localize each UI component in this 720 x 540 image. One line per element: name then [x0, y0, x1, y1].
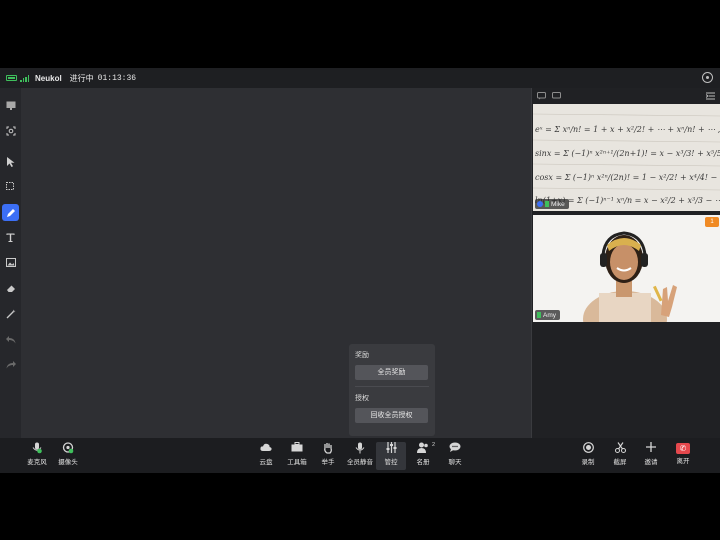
- chat-icon: [440, 442, 470, 456]
- svg-text:cosx = Σ (−1)ⁿ x²ⁿ/(2n)! = 1 −: cosx = Σ (−1)ⁿ x²ⁿ/(2n)! = 1 − x²/2! + x…: [535, 173, 720, 182]
- math-notes-video: eˣ = Σ xⁿ/n! = 1 + x + x²/2! + ⋯ + xⁿ/n!…: [533, 104, 720, 211]
- magic-wand-icon[interactable]: [2, 305, 19, 322]
- plus-icon: [636, 442, 666, 456]
- screenshot-button[interactable]: 截屏: [605, 442, 635, 470]
- text-icon[interactable]: [2, 229, 19, 246]
- cloud-icon: [251, 442, 281, 456]
- top-bar: Neukol 进行中 01:13:36: [0, 68, 720, 88]
- settings-icon[interactable]: [702, 72, 713, 83]
- class-timer: 01:13:36: [97, 73, 137, 83]
- leave-button[interactable]: ✆ 离开: [668, 442, 698, 470]
- svg-text:eˣ = Σ xⁿ/n! = 1 + x + x²/2! +: eˣ = Σ xⁿ/n! = 1 + x + x²/2! + ⋯ + xⁿ/n!…: [535, 125, 720, 134]
- undo-icon[interactable]: [2, 331, 19, 348]
- record-icon: [573, 442, 603, 456]
- hang-up-icon: ✆: [676, 443, 690, 454]
- reward-section-title: 奖励: [355, 352, 369, 359]
- reward-all-button[interactable]: 全员奖励: [355, 365, 428, 380]
- name-tag-amy: Amy: [535, 310, 560, 320]
- pen-icon[interactable]: [2, 204, 19, 221]
- student-video: [533, 215, 720, 322]
- video-panel-header: [532, 88, 720, 104]
- roster-button[interactable]: 2 名册: [408, 442, 438, 470]
- chat-bubble-icon[interactable]: [537, 92, 546, 100]
- auth-section-title: 授权: [355, 395, 369, 402]
- redo-icon[interactable]: [2, 356, 19, 373]
- eraser-icon[interactable]: [2, 280, 19, 297]
- svg-text:sinx = Σ (−1)ⁿ x²ⁿ⁺¹/(2n+1)! =: sinx = Σ (−1)ⁿ x²ⁿ⁺¹/(2n+1)! = x − x³/3!…: [535, 149, 720, 158]
- signal-icon: [20, 74, 29, 82]
- control-icon: [376, 442, 406, 456]
- audio-level-icon: [545, 201, 549, 207]
- toolbox-icon: [282, 442, 312, 456]
- raise-hand-icon: [313, 442, 343, 456]
- invite-button[interactable]: 邀请: [636, 442, 666, 470]
- microphone-button[interactable]: 麦克风: [22, 442, 52, 470]
- video-tile-amy[interactable]: 1 Amy: [533, 215, 720, 322]
- comments-icon[interactable]: [552, 92, 561, 100]
- video-tile-mike[interactable]: eˣ = Σ xⁿ/n! = 1 + x + x²/2! + ⋯ + xⁿ/n!…: [533, 104, 720, 211]
- whiteboard-canvas[interactable]: [21, 88, 531, 438]
- cursor-icon[interactable]: [2, 153, 19, 170]
- battery-icon: [6, 75, 17, 81]
- toolbox-button[interactable]: 工具箱: [282, 442, 312, 470]
- audio-level-icon: [537, 312, 541, 318]
- revoke-all-auth-button[interactable]: 回收全员授权: [355, 408, 428, 423]
- record-button[interactable]: 录制: [573, 442, 603, 470]
- name-tag-mike: Mike: [535, 199, 569, 209]
- whiteboard-toolbar: [0, 88, 21, 438]
- bottom-bar: 麦克风 摄像头 云盘 工具箱 举手 全员静音 管控 2 名册 聊天 录制 截屏 …: [0, 438, 720, 473]
- camera-button[interactable]: 摄像头: [53, 442, 83, 470]
- award-badge: 1: [705, 217, 719, 227]
- mute-all-icon: [345, 442, 375, 456]
- cloud-drive-button[interactable]: 云盘: [251, 442, 281, 470]
- video-panel: eˣ = Σ xⁿ/n! = 1 + x + x²/2! + ⋯ + xⁿ/n!…: [531, 88, 720, 438]
- roster-count: 2: [431, 442, 435, 448]
- user-icon: [537, 201, 543, 207]
- whiteboard-icon[interactable]: [2, 97, 19, 114]
- raise-hand-button[interactable]: 举手: [313, 442, 343, 470]
- image-icon[interactable]: [2, 254, 19, 271]
- scissors-icon: [605, 442, 635, 456]
- popup-divider: [355, 386, 429, 387]
- mute-all-button[interactable]: 全员静音: [345, 442, 375, 470]
- camera-icon: [53, 442, 83, 456]
- scan-icon[interactable]: [2, 122, 19, 139]
- collapse-panel-icon[interactable]: [706, 92, 715, 100]
- select-icon[interactable]: [2, 178, 19, 195]
- control-popup: 奖励 全员奖励 授权 回收全员授权: [349, 344, 435, 436]
- app-name: Neukol: [35, 73, 62, 83]
- class-status: 进行中: [69, 73, 94, 83]
- control-button[interactable]: 管控: [376, 442, 406, 470]
- microphone-icon: [22, 442, 52, 456]
- classroom-window: Neukol 进行中 01:13:36 eˣ = Σ xⁿ/n! = 1 + x…: [0, 68, 720, 473]
- chat-button[interactable]: 聊天: [440, 442, 470, 470]
